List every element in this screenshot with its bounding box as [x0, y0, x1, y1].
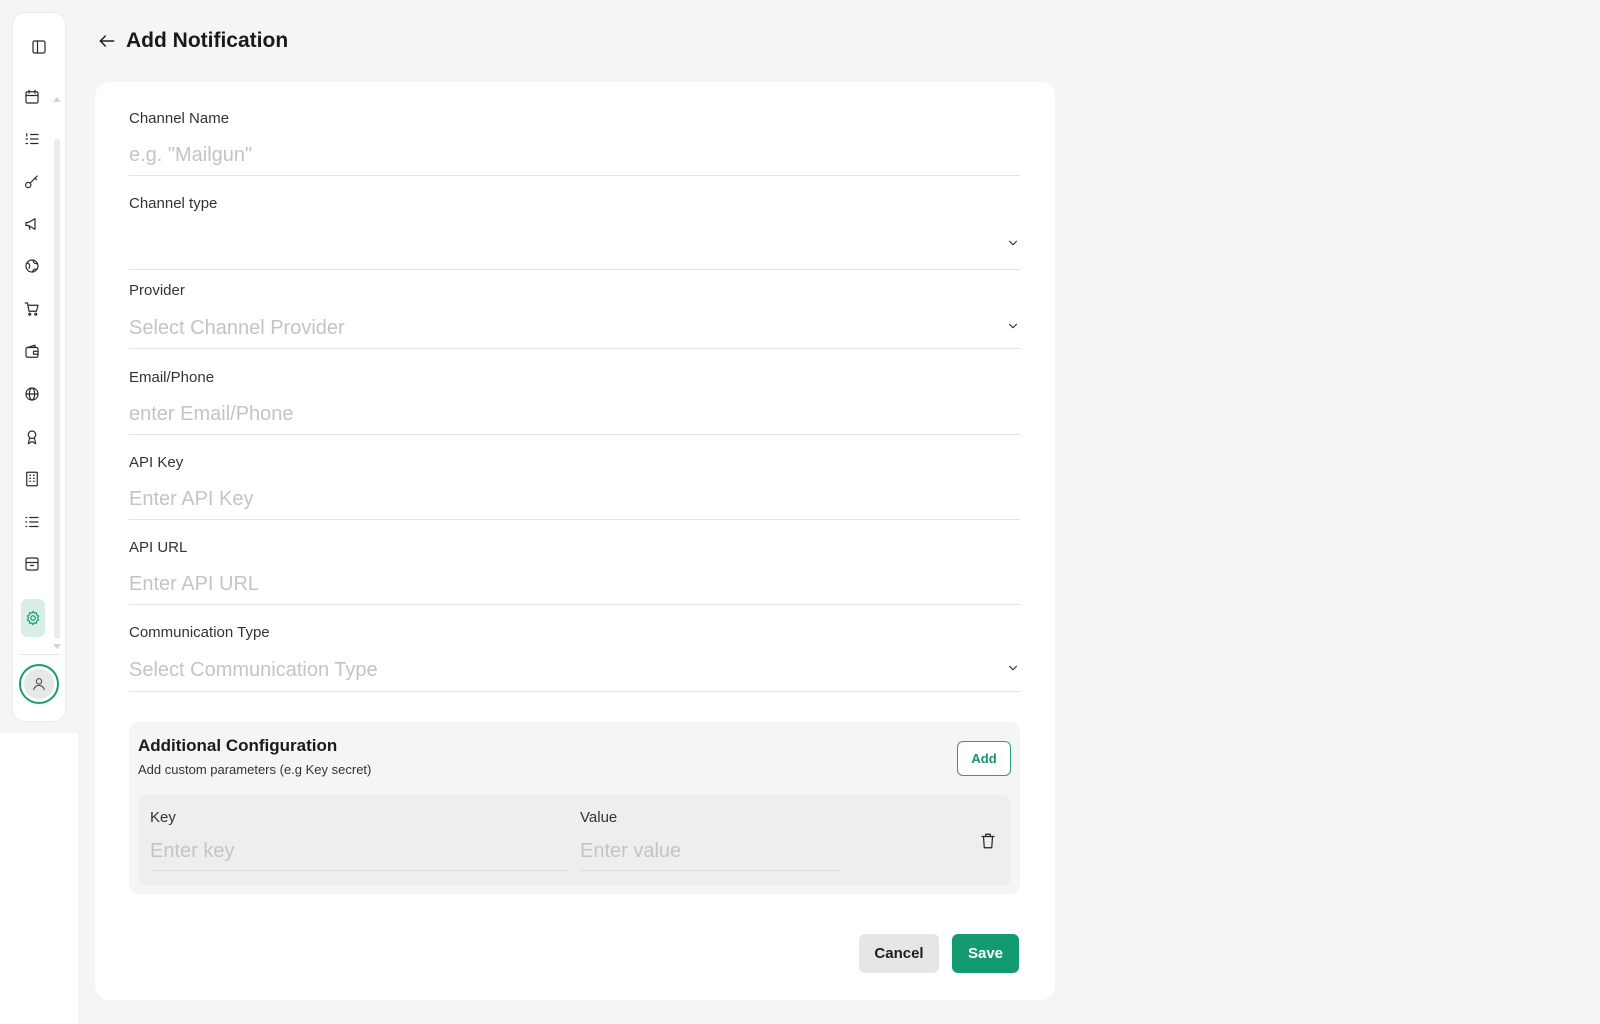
provider-field: Provider Select Channel Provider	[129, 282, 1020, 349]
sidebar	[13, 13, 65, 721]
provider-placeholder: Select Channel Provider	[129, 316, 345, 339]
key-field: Key Enter key	[150, 809, 568, 871]
channel-name-field: Channel Name e.g. "Mailgun"	[129, 110, 1020, 176]
email-phone-label: Email/Phone	[129, 369, 215, 386]
api-url-input[interactable]: Enter API URL	[129, 565, 1020, 605]
save-button[interactable]: Save	[952, 934, 1019, 973]
communication-type-label: Communication Type	[129, 624, 270, 641]
api-url-placeholder: Enter API URL	[129, 573, 260, 595]
value-placeholder: Enter value	[580, 840, 682, 862]
api-key-label: API Key	[129, 454, 184, 471]
settings-icon[interactable]	[24, 609, 42, 627]
provider-select[interactable]: Select Channel Provider	[129, 308, 1020, 349]
list-ordered-icon[interactable]	[23, 130, 41, 148]
list-icon[interactable]	[23, 513, 41, 531]
channel-name-placeholder: e.g. "Mailgun"	[129, 144, 253, 166]
megaphone-icon[interactable]	[23, 215, 41, 233]
scroll-up-arrow[interactable]	[53, 97, 61, 102]
cart-icon[interactable]	[23, 300, 41, 318]
key-value-row: Key Enter key Value Enter value	[138, 795, 1011, 886]
additional-configuration-title: Additional Configuration	[138, 736, 338, 755]
channel-name-input[interactable]: e.g. "Mailgun"	[129, 136, 1020, 176]
channel-type-select[interactable]	[129, 221, 1020, 270]
archive-icon[interactable]	[23, 555, 41, 573]
email-phone-input[interactable]: enter Email/Phone	[129, 395, 1020, 435]
avatar[interactable]	[19, 664, 59, 704]
globe-icon[interactable]	[23, 385, 41, 403]
sidebar-scrollbar[interactable]	[54, 139, 60, 639]
back-button[interactable]	[96, 30, 118, 52]
communication-type-field: Communication Type Select Communication …	[129, 624, 1020, 692]
api-url-field: API URL Enter API URL	[129, 539, 1020, 605]
channel-type-field: Channel type	[129, 195, 1020, 270]
additional-configuration-panel: Additional Configuration Add custom para…	[129, 722, 1020, 894]
value-field: Value Enter value	[580, 809, 842, 871]
page-header: Add Notification	[96, 24, 288, 58]
chevron-down-icon	[1006, 661, 1020, 680]
communication-type-placeholder: Select Communication Type	[129, 659, 378, 681]
channel-name-label: Channel Name	[129, 110, 230, 127]
wallet-icon[interactable]	[23, 343, 41, 361]
sidebar-divider	[19, 654, 59, 655]
page-title: Add Notification	[126, 29, 289, 52]
chevron-down-icon	[1006, 319, 1020, 338]
email-phone-placeholder: enter Email/Phone	[129, 403, 294, 425]
add-parameter-button[interactable]: Add	[957, 741, 1011, 776]
cancel-button[interactable]: Cancel	[859, 934, 939, 973]
key-placeholder: Enter key	[150, 840, 235, 862]
calendar-icon[interactable]	[23, 88, 41, 106]
additional-configuration-subtitle: Add custom parameters (e.g Key secret)	[138, 762, 372, 777]
channel-type-label: Channel type	[129, 195, 218, 212]
provider-label: Provider	[129, 282, 185, 299]
api-key-field: API Key Enter API Key	[129, 454, 1020, 520]
building-icon[interactable]	[23, 470, 41, 488]
value-input[interactable]: Enter value	[580, 833, 842, 871]
api-key-placeholder: Enter API Key	[129, 488, 254, 510]
globe-network-icon[interactable]	[23, 257, 41, 275]
key-input[interactable]: Enter key	[150, 833, 568, 871]
left-background-strip	[0, 733, 78, 1024]
arrow-left-icon	[99, 35, 115, 47]
sidebar-toggle-icon[interactable]	[30, 38, 48, 56]
communication-type-select[interactable]: Select Communication Type	[129, 650, 1020, 692]
chevron-down-icon	[1006, 236, 1020, 255]
key-label: Key	[150, 809, 176, 826]
user-icon	[24, 669, 54, 699]
notification-form-card: Channel Name e.g. "Mailgun" Channel type…	[95, 82, 1055, 1000]
value-label: Value	[580, 809, 618, 826]
trash-icon[interactable]	[979, 831, 997, 851]
key-icon[interactable]	[23, 173, 41, 191]
email-phone-field: Email/Phone enter Email/Phone	[129, 369, 1020, 435]
award-icon[interactable]	[23, 428, 41, 446]
scroll-down-arrow[interactable]	[53, 644, 61, 649]
api-url-label: API URL	[129, 539, 188, 556]
api-key-input[interactable]: Enter API Key	[129, 480, 1020, 520]
